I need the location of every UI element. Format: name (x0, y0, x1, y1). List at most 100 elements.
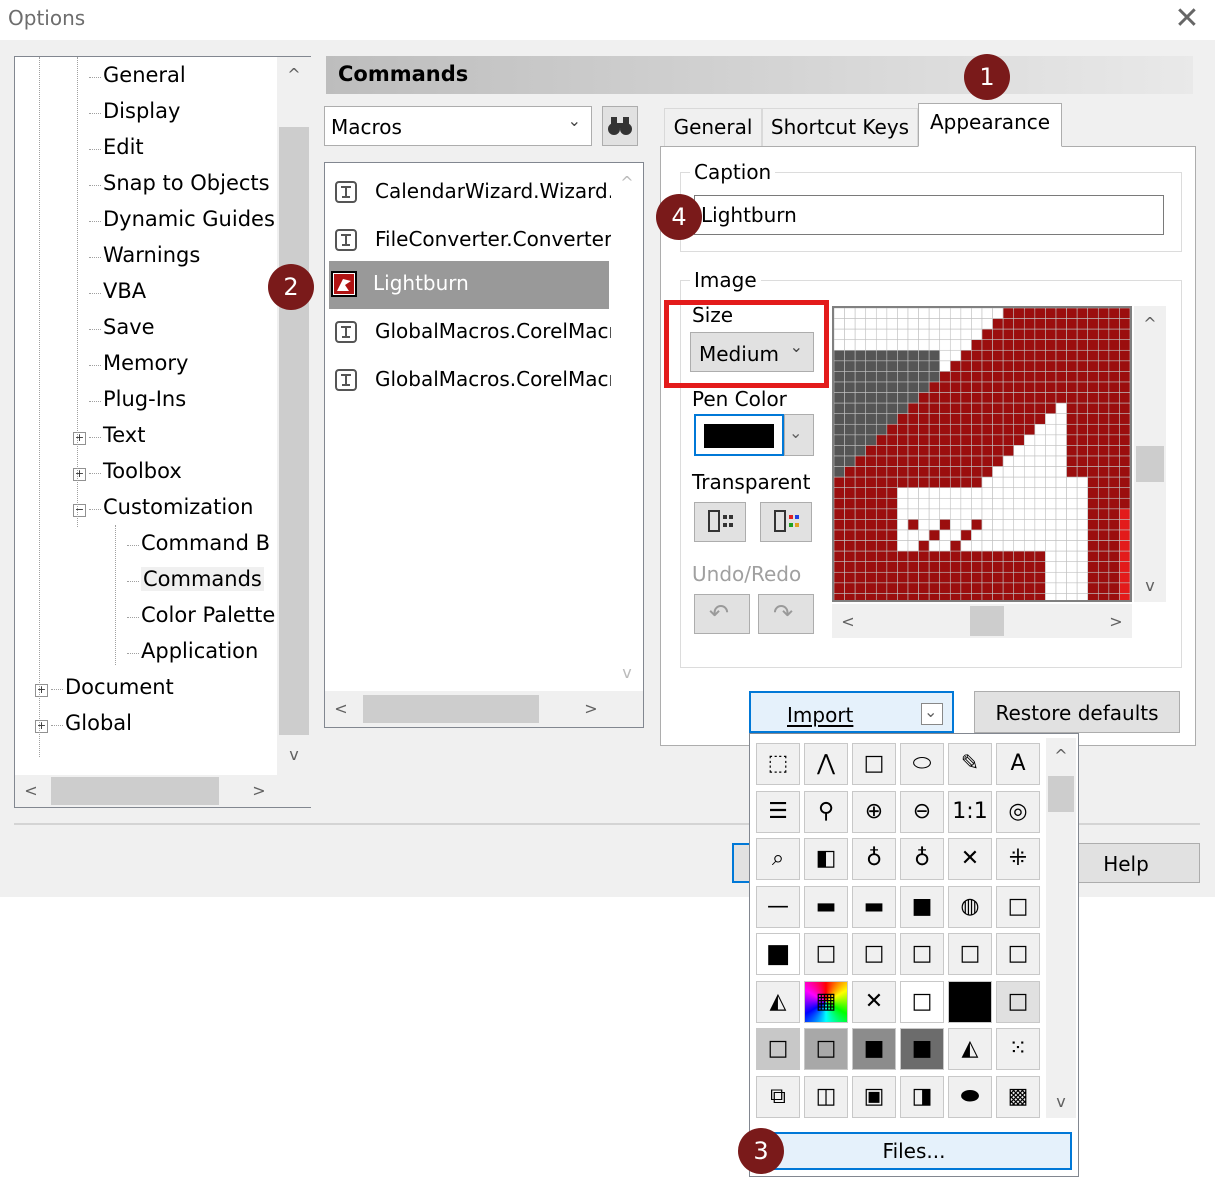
pixel-cell[interactable] (1023, 497, 1036, 510)
pixel-cell[interactable] (865, 360, 877, 372)
pixel-cell[interactable] (844, 360, 856, 372)
pixel-cell[interactable] (833, 423, 845, 436)
pixel-cell[interactable] (1023, 423, 1036, 436)
pixel-cell[interactable] (971, 318, 983, 330)
pixel-cell[interactable] (1013, 328, 1025, 341)
pixel-cell[interactable] (1087, 529, 1099, 541)
pixel-cell[interactable] (886, 455, 898, 467)
pixel-cell[interactable] (897, 371, 909, 383)
pixel-cell[interactable] (897, 360, 909, 372)
pixel-cell[interactable] (1002, 307, 1015, 319)
pixel-cell[interactable] (1002, 328, 1015, 341)
pixel-cell[interactable] (918, 593, 930, 605)
outline-medium-icon[interactable]: □ (900, 933, 944, 975)
pixel-cell[interactable] (833, 307, 845, 319)
pixel-cell[interactable] (897, 423, 909, 436)
pixel-cell[interactable] (981, 445, 993, 457)
pixel-cell[interactable] (1055, 413, 1067, 425)
pixel-cell[interactable] (939, 349, 951, 362)
pixel-cell[interactable] (928, 423, 941, 436)
pixel-cell[interactable] (875, 582, 888, 594)
pixel-cell[interactable] (918, 392, 930, 404)
chevron-left-icon[interactable]: < (331, 699, 351, 718)
pixel-cell[interactable] (833, 582, 845, 594)
pixel-cell[interactable] (844, 413, 856, 425)
pixel-cell[interactable] (1108, 476, 1120, 489)
pixel-cell[interactable] (1034, 476, 1046, 489)
pixel-cell[interactable] (928, 582, 941, 594)
pixel-cell[interactable] (971, 508, 983, 520)
pixel-cell[interactable] (1002, 582, 1015, 594)
pixel-cell[interactable] (1055, 381, 1067, 393)
pixel-cell[interactable] (886, 307, 898, 319)
pixel-cell[interactable] (1108, 445, 1120, 457)
white-fill-icon[interactable]: □ (900, 980, 944, 1023)
pixel-cell[interactable] (949, 561, 962, 573)
pixel-cell[interactable] (992, 307, 1004, 319)
pixel-cell[interactable] (992, 381, 1004, 393)
pixel-cell[interactable] (918, 307, 930, 319)
pixel-cell[interactable] (981, 371, 993, 383)
pixel-cell[interactable] (875, 349, 888, 362)
pixel-cell[interactable] (854, 349, 867, 362)
pixel-cell[interactable] (1076, 593, 1089, 605)
pixel-cell[interactable] (981, 328, 993, 341)
pixel-cell[interactable] (939, 307, 951, 319)
pixel-cell[interactable] (1013, 318, 1025, 330)
pixel-cell[interactable] (1097, 445, 1110, 457)
pixel-cell[interactable] (949, 593, 962, 605)
pixel-cell[interactable] (865, 519, 877, 531)
pixel-cell[interactable] (1034, 561, 1046, 573)
pixel-cell[interactable] (844, 349, 856, 362)
pixel-cell[interactable] (854, 466, 867, 478)
pixel-grid[interactable] (833, 307, 1131, 605)
pixel-cell[interactable] (1108, 540, 1120, 552)
pixel-cell[interactable] (992, 371, 1004, 383)
pixel-cell[interactable] (981, 561, 993, 573)
pixel-cell[interactable] (833, 318, 845, 330)
import-dropdown-toggle[interactable]: ⌄ (921, 702, 943, 725)
pixel-cell[interactable] (886, 423, 898, 436)
pixel-cell[interactable] (875, 318, 888, 330)
pixel-cell[interactable] (1108, 402, 1120, 415)
pixel-cell[interactable] (1119, 487, 1131, 499)
pixel-cell[interactable] (1013, 571, 1025, 584)
pixel-cell[interactable] (1087, 307, 1099, 319)
pen-tool-icon[interactable]: ✎ (948, 743, 992, 785)
spacing-icon[interactable]: ⁜ (996, 838, 1040, 880)
pixel-cell[interactable] (1023, 455, 1036, 467)
pixel-cell[interactable] (1076, 540, 1089, 552)
pixel-cell[interactable] (1034, 529, 1046, 541)
pixel-cell[interactable] (1023, 571, 1036, 584)
pixel-cell[interactable] (897, 392, 909, 404)
pixel-cell[interactable] (939, 540, 951, 552)
chevron-down-icon[interactable]: v (1046, 1092, 1076, 1111)
pixel-cell[interactable] (1087, 550, 1099, 563)
pixel-cell[interactable] (939, 423, 951, 436)
pixel-cell[interactable] (1045, 529, 1057, 541)
pixel-cell[interactable] (1045, 582, 1057, 594)
pixel-cell[interactable] (854, 371, 867, 383)
pixel-cell[interactable] (1013, 561, 1025, 573)
pixel-cell[interactable] (907, 349, 919, 362)
pixel-cell[interactable] (1119, 550, 1131, 563)
pixel-cell[interactable] (1097, 381, 1110, 393)
pixel-cell[interactable] (907, 487, 919, 499)
pixel-cell[interactable] (1034, 550, 1046, 563)
pixel-cell[interactable] (865, 349, 877, 362)
fill-icon[interactable]: ◧ (804, 838, 848, 880)
pixel-cell[interactable] (833, 434, 845, 446)
pixel-cell[interactable] (981, 381, 993, 393)
pixel-cell[interactable] (949, 445, 962, 457)
pixel-cell[interactable] (960, 529, 972, 541)
pixel-cell[interactable] (939, 413, 951, 425)
zoom-in-icon[interactable]: ⊕ (852, 790, 896, 833)
pixel-cell[interactable] (1087, 423, 1099, 436)
pixel-cell[interactable] (928, 328, 941, 341)
command-list-item[interactable]: GlobalMacros.CorelMacr (331, 357, 631, 401)
pixel-cell[interactable] (844, 571, 856, 584)
pixel-cell[interactable] (1034, 339, 1046, 351)
outline-light-icon[interactable]: □ (852, 933, 896, 975)
pixel-cell[interactable] (1108, 328, 1120, 341)
pixel-cell[interactable] (939, 339, 951, 351)
